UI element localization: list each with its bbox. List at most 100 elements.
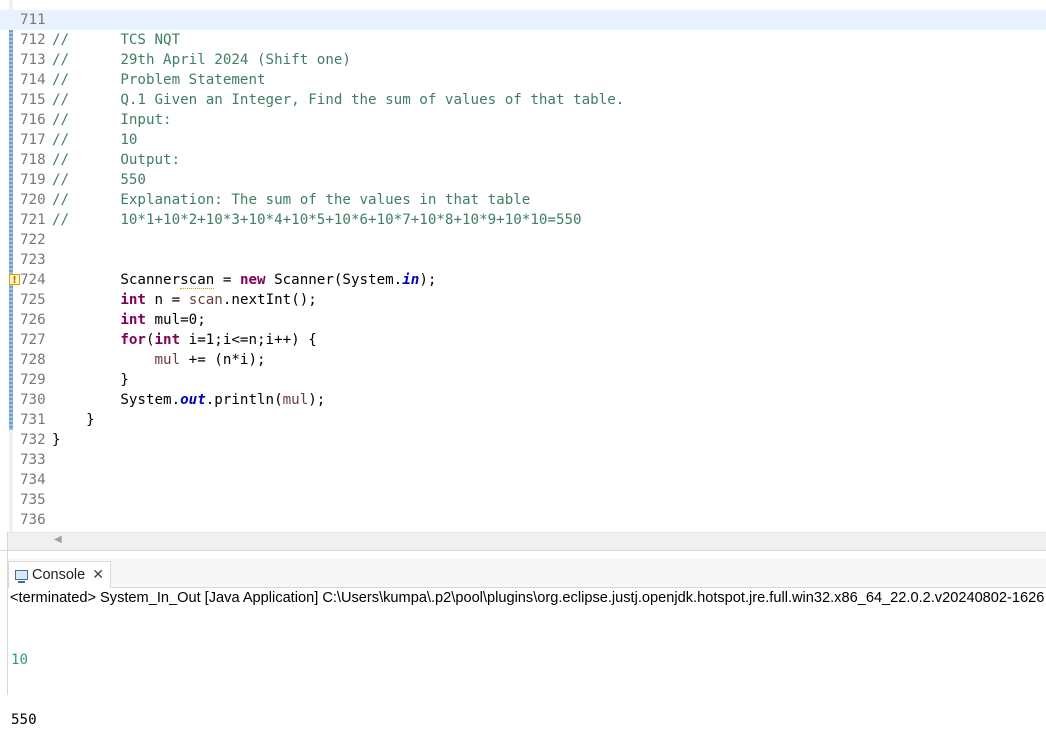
change-marker [9,250,13,270]
comment: // Input: [52,112,172,128]
code-line[interactable]: ! 724 Scannerscan = new Scanner(System.in… [0,270,1046,290]
line-number: 716 [20,112,46,128]
tab-console[interactable]: Console ✕ [8,561,111,588]
change-marker [9,130,13,150]
comment: // TCS NQT [52,32,181,48]
comment: // 29th April 2024 (Shift one) [52,52,351,68]
code-text: // TCS NQT [52,30,180,50]
change-marker [9,190,13,210]
console-tab-bar: Console ✕ [8,558,1046,588]
code-line[interactable]: 726 int mul=0; [0,310,1046,330]
change-marker [9,410,13,430]
code-token: } [52,432,61,448]
code-line[interactable]: 730 System.out.println(mul); [0,390,1046,410]
horizontal-scrollbar[interactable]: ◀ [8,532,1046,550]
change-marker [9,170,13,190]
code-line[interactable]: 713 // 29th April 2024 (Shift one) [0,50,1046,70]
change-marker [9,390,13,410]
line-number: 713 [20,52,46,68]
line-number: 727 [20,332,46,348]
code-token: System. [120,392,181,408]
code-line[interactable]: 733 [0,450,1046,470]
change-marker [9,350,13,370]
code-line[interactable]: 712 // TCS NQT [0,30,1046,50]
code-text: System.out.println(mul); [52,390,325,410]
console-output[interactable]: 10 550 [11,610,37,750]
code-line[interactable]: 729 } [0,370,1046,390]
change-marker [9,90,13,110]
code-line[interactable]: 735 [0,490,1046,510]
line-number: 725 [20,292,46,308]
code-text: Scannerscan = new Scanner(System.in); [52,270,436,290]
change-marker [9,70,13,90]
change-marker [9,110,13,130]
code-token: Scanner(System. [265,272,403,288]
code-line[interactable]: 720 // Explanation: The sum of the values… [0,190,1046,210]
code-line[interactable]: 715 // Q.1 Given an Integer, Find the sum… [0,90,1046,110]
code-line[interactable]: 711 [0,10,1046,30]
code-line[interactable]: 731 } [0,410,1046,430]
change-marker [9,310,13,330]
scroll-left-icon[interactable]: ◀ [54,534,62,545]
code-line[interactable]: 728 mul += (n*i); [0,350,1046,370]
keyword: int [120,312,146,328]
close-icon[interactable]: ✕ [92,567,104,583]
code-text: // Explanation: The sum of the values in… [52,190,530,210]
code-line[interactable]: 721 // 10*1+10*2+10*3+10*4+10*5+10*6+10*7… [0,210,1046,230]
change-marker [9,150,13,170]
code-token: n = [145,292,189,308]
line-number: 730 [20,392,46,408]
code-line[interactable]: 723 [0,250,1046,270]
static-field: out [180,392,206,408]
code-line[interactable]: 717 // 10 [0,130,1046,150]
code-text: // 550 [52,170,146,190]
code-token: Scanner [120,272,181,288]
static-field: in [402,272,420,288]
keyword: int [120,292,146,308]
change-marker [9,330,13,350]
line-number: 711 [20,12,46,28]
code-text: } [52,430,61,450]
code-line[interactable]: 725 int n = scan.nextInt(); [0,290,1046,310]
line-number: 712 [20,32,46,48]
code-line[interactable]: 716 // Input: [0,110,1046,130]
line-number: 734 [20,472,46,488]
code-token: } [52,412,95,428]
change-marker [9,30,13,50]
comment: // Problem Statement [52,72,266,88]
code-line[interactable]: 734 [0,470,1046,490]
comment: // 10*1+10*2+10*3+10*4+10*5+10*6+10*7+10… [52,212,582,228]
line-number: 729 [20,372,46,388]
comment: // 10 [52,132,138,148]
change-marker [9,370,13,390]
code-line[interactable]: 727 for(int i=1;i<=n;i++) { [0,330,1046,350]
code-line[interactable]: 736 [0,510,1046,530]
warning-icon[interactable]: ! [9,274,20,286]
local-variable: scan [188,292,223,308]
line-number: 714 [20,72,46,88]
code-line[interactable]: 714 // Problem Statement [0,70,1046,90]
code-line[interactable]: 719 // 550 [0,170,1046,190]
code-text: int mul=0; [52,310,205,330]
line-number: 733 [20,452,46,468]
line-number: 717 [20,132,46,148]
code-line[interactable]: 732} [0,430,1046,450]
code-text: // Output: [52,150,180,170]
code-line[interactable]: 718 // Output: [0,150,1046,170]
local-variable: mul [282,392,309,408]
line-number: 720 [20,192,46,208]
code-line[interactable]: 722 [0,230,1046,250]
line-number: 722 [20,232,46,248]
line-number: 735 [20,492,46,508]
panel-border [7,532,8,695]
code-editor[interactable]: 710 711 712 // TCS NQT 713 // 29th April 202… [0,0,1046,532]
code-token: .println( [205,392,283,408]
console-input-echo: 10 [11,652,29,668]
change-marker [9,210,13,230]
code-text: // Q.1 Given an Integer, Find the sum of… [52,90,624,110]
console-status: <terminated> System_In_Out [Java Applica… [10,590,1045,606]
